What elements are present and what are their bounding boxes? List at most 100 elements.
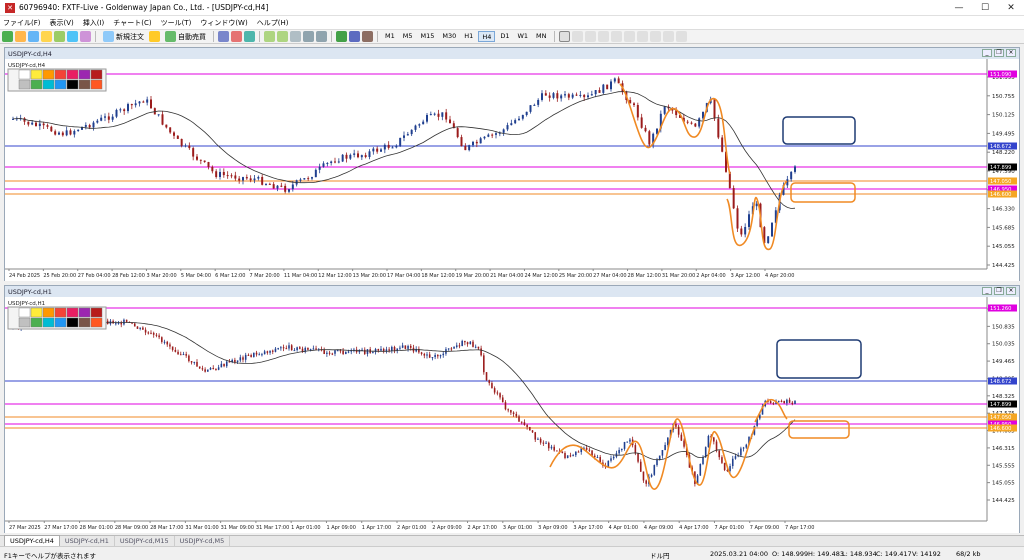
zoom-out-icon[interactable] xyxy=(277,31,288,42)
templates-icon[interactable] xyxy=(362,31,373,42)
timeframe-m5[interactable]: M5 xyxy=(400,31,416,42)
tab-usdjpy-h4[interactable]: USDJPY-cd,H4 xyxy=(4,535,60,546)
candle-body xyxy=(357,153,359,158)
new-chart-icon[interactable] xyxy=(2,31,13,42)
time-tick-label: 12 Mar 12:00 xyxy=(318,273,351,279)
candle-body xyxy=(336,350,339,352)
periods-icon[interactable] xyxy=(349,31,360,42)
candle-body xyxy=(100,117,103,121)
separator xyxy=(377,31,378,42)
tile-windows-icon[interactable] xyxy=(290,31,301,42)
candle-body xyxy=(234,359,236,362)
candle-body xyxy=(399,137,402,146)
menu-view[interactable]: 表示(V) xyxy=(50,18,74,28)
navigator-icon[interactable] xyxy=(54,31,65,42)
zoom-in-icon[interactable] xyxy=(264,31,275,42)
meta-editor-icon[interactable] xyxy=(149,31,160,42)
indicators-icon[interactable] xyxy=(336,31,347,42)
price-chart-h1[interactable]: 151.265150.835150.035149.465148.895148.3… xyxy=(5,297,1019,533)
tab-usdjpy-h1[interactable]: USDJPY-cd,H1 xyxy=(60,536,115,546)
auto-trading-button[interactable]: 自動売買 xyxy=(162,31,209,43)
chart-shift-icon[interactable] xyxy=(303,31,314,42)
candle-body xyxy=(165,124,168,128)
line-chart-icon[interactable] xyxy=(244,31,255,42)
trendline-icon[interactable] xyxy=(610,31,622,42)
time-tick-label: 3 Mar 20:00 xyxy=(146,273,176,279)
candlestick-icon[interactable] xyxy=(231,31,242,42)
candle-body xyxy=(198,366,201,369)
crosshair-icon[interactable] xyxy=(571,31,583,42)
time-tick-label: 27 Feb 04:00 xyxy=(78,273,111,279)
new-order-button[interactable]: 新規注文 xyxy=(100,31,147,43)
profiles-icon[interactable] xyxy=(15,31,26,42)
candle-body xyxy=(268,183,271,185)
cursor-icon[interactable] xyxy=(558,31,570,42)
candle-body xyxy=(755,203,758,207)
channel-icon[interactable] xyxy=(623,31,635,42)
label-icon[interactable] xyxy=(662,31,674,42)
candle-body xyxy=(249,178,252,181)
candle-body xyxy=(139,327,141,329)
candle-body xyxy=(487,134,490,137)
candle-body xyxy=(307,178,310,180)
palette-swatch xyxy=(78,69,91,80)
arrows-icon[interactable] xyxy=(675,31,687,42)
palette-swatch xyxy=(90,69,103,80)
candle-body xyxy=(188,355,190,362)
timeframe-m15[interactable]: M15 xyxy=(418,31,438,42)
candle-body xyxy=(545,442,547,444)
menu-tools[interactable]: ツール(T) xyxy=(161,18,192,28)
close-icon[interactable]: ✕ xyxy=(998,0,1024,16)
chart-window-h4[interactable]: USDJPY-cd,H4 _ ❐ × 151.395 150.755 150.125… xyxy=(4,47,1020,281)
chart-minimize-icon[interactable]: _ xyxy=(982,49,992,57)
candle-body xyxy=(311,177,313,179)
candle-body xyxy=(433,113,436,115)
timeframe-mn[interactable]: MN xyxy=(533,31,549,42)
chart-window-h1[interactable]: USDJPY-cd,H1 _ ❐ × 151.265150.835150.035… xyxy=(4,285,1020,533)
autoscroll-icon[interactable] xyxy=(316,31,327,42)
terminal-icon[interactable] xyxy=(67,31,78,42)
maximize-icon[interactable]: ☐ xyxy=(972,0,998,16)
chart-close-icon[interactable]: × xyxy=(1006,49,1016,57)
fibonacci-icon[interactable] xyxy=(636,31,648,42)
timeframe-h4[interactable]: H4 xyxy=(478,31,496,42)
tab-usdjpy-m5[interactable]: USDJPY-cd,M5 xyxy=(175,536,231,546)
vertical-line-icon[interactable] xyxy=(584,31,596,42)
timeframe-w1[interactable]: W1 xyxy=(514,31,531,42)
candle-body xyxy=(307,347,309,350)
candle-body xyxy=(410,129,413,135)
chart-restore-icon[interactable]: ❐ xyxy=(994,287,1004,295)
horizontal-line-icon[interactable] xyxy=(597,31,609,42)
tester-icon[interactable] xyxy=(80,31,91,42)
candle-body xyxy=(612,456,615,459)
candle-body xyxy=(323,350,325,354)
candle-body xyxy=(644,127,647,132)
chart-close-icon[interactable]: × xyxy=(1006,287,1016,295)
candle-body xyxy=(564,453,566,459)
tab-usdjpy-m15[interactable]: USDJPY-cd,M15 xyxy=(115,536,175,546)
candle-body xyxy=(495,133,497,135)
timeframe-d1[interactable]: D1 xyxy=(497,31,512,42)
data-window-icon[interactable] xyxy=(41,31,52,42)
timeframe-m1[interactable]: M1 xyxy=(382,31,398,42)
text-icon[interactable] xyxy=(649,31,661,42)
chart-restore-icon[interactable]: ❐ xyxy=(994,49,1004,57)
candle-body xyxy=(169,344,171,347)
market-watch-icon[interactable] xyxy=(28,31,39,42)
chart-minimize-icon[interactable]: _ xyxy=(982,287,992,295)
candle-body xyxy=(288,345,290,349)
price-tick-label: 150.125 xyxy=(992,113,1015,119)
price-chart-h4[interactable]: 151.395150.755150.125149.495148.220147.5… xyxy=(5,59,1019,281)
menu-help[interactable]: ヘルプ(H) xyxy=(257,18,289,28)
minimize-icon[interactable]: — xyxy=(946,0,972,16)
timeframe-m30[interactable]: M30 xyxy=(439,31,459,42)
candle-body xyxy=(173,132,175,136)
menu-chart[interactable]: チャート(C) xyxy=(113,18,151,28)
menu-window[interactable]: ウィンドウ(W) xyxy=(200,18,247,28)
candle-body xyxy=(431,357,434,359)
menu-file[interactable]: ファイル(F) xyxy=(3,18,41,28)
candle-body xyxy=(728,171,731,189)
bar-chart-icon[interactable] xyxy=(218,31,229,42)
timeframe-h1[interactable]: H1 xyxy=(461,31,476,42)
menu-insert[interactable]: 挿入(I) xyxy=(83,18,105,28)
